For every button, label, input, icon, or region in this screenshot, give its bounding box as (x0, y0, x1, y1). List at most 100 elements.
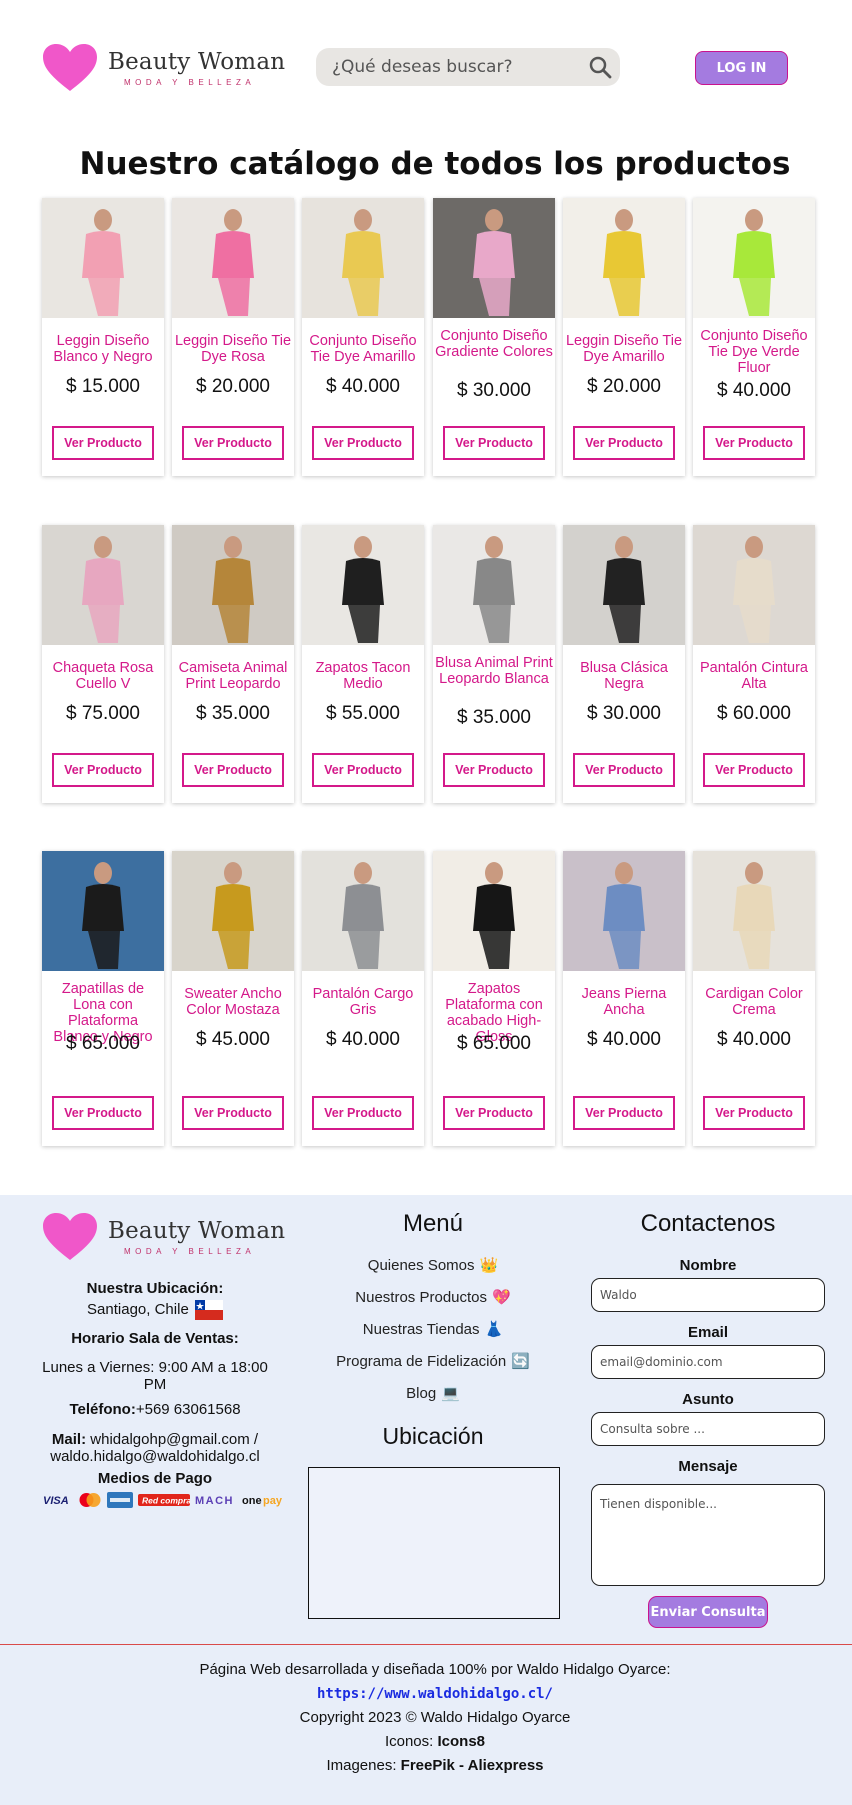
product-image[interactable] (693, 851, 815, 971)
product-price: $ 40.000 (326, 1029, 400, 1050)
footer-menu-item[interactable]: Nuestras Tiendas 👗 (308, 1320, 558, 1338)
subject-label: Asunto (682, 1391, 734, 1408)
product-name[interactable]: Leggin Diseño Blanco y Negro (44, 333, 162, 365)
footer-menu-item[interactable]: Programa de Fidelización 🔄 (308, 1352, 558, 1370)
product-image[interactable] (563, 525, 685, 645)
payment-methods: VISA Red compra MACH one pay (43, 1492, 286, 1508)
product-card: Camiseta Animal Print Leopardo $ 35.000 Ve… (172, 525, 294, 803)
product-name[interactable]: Pantalón Cargo Gris (304, 986, 422, 1018)
product-image[interactable] (693, 525, 815, 645)
view-product-button[interactable]: Ver Producto (443, 1096, 545, 1130)
brand-logo[interactable]: Beauty Woman MODA Y BELLEZA (42, 43, 285, 93)
product-card: Jeans Pierna Ancha $ 40.000 Ver Producto (563, 851, 685, 1146)
product-image[interactable] (302, 198, 424, 318)
catalog-title: Nuestro catálogo de todos los productos (79, 146, 791, 182)
footer-divider (0, 1644, 852, 1645)
email-field[interactable]: email@dominio.com (591, 1345, 825, 1379)
login-button[interactable]: LOG IN (695, 51, 788, 85)
view-product-button[interactable]: Ver Producto (182, 1096, 284, 1130)
view-product-button[interactable]: Ver Producto (52, 1096, 154, 1130)
location-value: Santiago, Chile (30, 1300, 280, 1320)
footer-menu-item[interactable]: Nuestros Productos 💖 (308, 1288, 558, 1306)
search-input[interactable] (332, 57, 582, 77)
view-product-button[interactable]: Ver Producto (312, 753, 414, 787)
product-image[interactable] (42, 525, 164, 645)
site-header: Beauty Woman MODA Y BELLEZA LOG IN (0, 0, 852, 135)
footer-brand-logo[interactable]: Beauty Woman MODA Y BELLEZA (42, 1212, 285, 1262)
product-image[interactable] (693, 198, 815, 318)
product-image[interactable] (172, 198, 294, 318)
product-image[interactable] (172, 851, 294, 971)
credits-link-row: https://www.waldohidalgo.cl/ (0, 1685, 852, 1702)
footer-menu-item[interactable]: Blog 💻 (308, 1384, 558, 1402)
view-product-button[interactable]: Ver Producto (573, 1096, 675, 1130)
brand-tagline: MODA Y BELLEZA (124, 1247, 256, 1256)
product-name[interactable]: Blusa Animal Print Leopardo Blanca (435, 655, 553, 687)
hours-value: Lunes a Viernes: 9:00 AM a 18:00 PM (42, 1359, 268, 1393)
product-name[interactable]: Conjunto Diseño Gradiente Colores (435, 328, 553, 360)
product-image[interactable] (302, 851, 424, 971)
product-image[interactable] (172, 525, 294, 645)
view-product-button[interactable]: Ver Producto (182, 753, 284, 787)
images-credit-link[interactable]: FreePik - Aliexpress (401, 1757, 544, 1774)
product-image[interactable] (42, 851, 164, 971)
product-name[interactable]: Sweater Ancho Color Mostaza (174, 986, 292, 1018)
svg-text:Red compra: Red compra (142, 1496, 190, 1506)
message-field[interactable]: Tienen disponible... (591, 1484, 825, 1586)
view-product-button[interactable]: Ver Producto (443, 426, 545, 460)
footer-menu-item[interactable]: Quienes Somos 👑 (308, 1256, 558, 1274)
product-name[interactable]: Zapatos Tacon Medio (304, 660, 422, 692)
product-name[interactable]: Conjunto Diseño Tie Dye Verde Fluor (695, 328, 813, 376)
product-card: Leggin Diseño Blanco y Negro $ 15.000 Ver … (42, 198, 164, 476)
product-price: $ 35.000 (457, 707, 531, 728)
map-title: Ubicación (382, 1423, 484, 1449)
product-image[interactable] (433, 525, 555, 645)
heart-icon (43, 1213, 97, 1260)
product-name[interactable]: Leggin Diseño Tie Dye Amarillo (565, 333, 683, 365)
product-name[interactable]: Blusa Clásica Negra (565, 660, 683, 692)
product-name[interactable]: Leggin Diseño Tie Dye Rosa (174, 333, 292, 365)
product-image[interactable] (42, 198, 164, 318)
hours-label: Horario Sala de Ventas: (71, 1330, 239, 1347)
name-field[interactable]: Waldo (591, 1278, 825, 1312)
footer-menu-item-label: Programa de Fidelización (336, 1353, 507, 1370)
credits-line: Página Web desarrollada y diseñada 100% … (199, 1661, 671, 1678)
author-website-link[interactable]: https://www.waldohidalgo.cl/ (317, 1686, 553, 1702)
view-product-button[interactable]: Ver Producto (52, 753, 154, 787)
redcompra-icon: Red compra (138, 1494, 190, 1506)
phone-value[interactable]: +569 63061568 (136, 1401, 241, 1418)
view-product-button[interactable]: Ver Producto (703, 1096, 805, 1130)
product-name[interactable]: Cardigan Color Crema (695, 986, 813, 1018)
product-name[interactable]: Camiseta Animal Print Leopardo (174, 660, 292, 692)
site-footer: Beauty Woman MODA Y BELLEZA Nuestra Ubic… (0, 1195, 852, 1805)
product-name[interactable]: Jeans Pierna Ancha (565, 986, 683, 1018)
view-product-button[interactable]: Ver Producto (443, 753, 545, 787)
location-map[interactable] (308, 1467, 560, 1619)
product-image[interactable] (433, 198, 555, 318)
menu-emoji-icon: 💖 (492, 1289, 511, 1306)
view-product-button[interactable]: Ver Producto (573, 426, 675, 460)
onepay-icon: one pay (242, 1495, 283, 1507)
product-image[interactable] (563, 198, 685, 318)
amex-icon (107, 1492, 133, 1508)
icons-credit-link[interactable]: Icons8 (438, 1733, 486, 1750)
send-inquiry-button[interactable]: Enviar Consulta (648, 1596, 768, 1628)
view-product-button[interactable]: Ver Producto (703, 426, 805, 460)
view-product-button[interactable]: Ver Producto (573, 753, 675, 787)
subject-field[interactable]: Consulta sobre ... (591, 1412, 825, 1446)
product-image[interactable] (563, 851, 685, 971)
view-product-button[interactable]: Ver Producto (312, 1096, 414, 1130)
product-image[interactable] (302, 525, 424, 645)
view-product-button[interactable]: Ver Producto (182, 426, 284, 460)
product-name[interactable]: Conjunto Diseño Tie Dye Amarillo (304, 333, 422, 365)
search-icon[interactable] (588, 55, 612, 79)
product-price: $ 30.000 (457, 380, 531, 401)
product-name[interactable]: Chaqueta Rosa Cuello V (44, 660, 162, 692)
brand-name: Beauty Woman (108, 1218, 286, 1244)
view-product-button[interactable]: Ver Producto (703, 753, 805, 787)
product-card: Chaqueta Rosa Cuello V $ 75.000 Ver Produc… (42, 525, 164, 803)
product-image[interactable] (433, 851, 555, 971)
view-product-button[interactable]: Ver Producto (312, 426, 414, 460)
product-name[interactable]: Pantalón Cintura Alta (695, 660, 813, 692)
view-product-button[interactable]: Ver Producto (52, 426, 154, 460)
